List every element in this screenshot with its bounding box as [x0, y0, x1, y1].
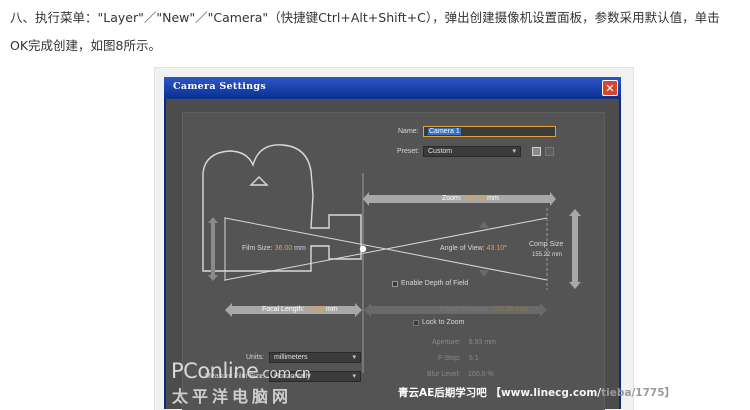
film-size-readout: Film Size: 36.00 mm: [242, 245, 306, 252]
aperture-label: Aperture:: [432, 339, 461, 346]
preset-value: Custom: [428, 148, 453, 155]
angle-of-view-readout: Angle of View: 43.10°: [440, 245, 507, 252]
focal-length-value[interactable]: 45.58: [306, 306, 324, 313]
angle-value[interactable]: 43.10: [487, 245, 505, 252]
angle-arrow-top: [479, 221, 489, 228]
pconline-watermark: PConline.com.cn: [171, 359, 311, 383]
name-input-value: Camera 1: [428, 128, 461, 135]
blur-level-label: Blur Level:: [427, 371, 461, 378]
angle-unit: °: [504, 245, 507, 252]
film-size-label: Film Size:: [242, 245, 273, 252]
depth-of-field-label: Enable Depth of Field: [401, 280, 469, 287]
focal-length-readout: Focal Length: 45.58 mm: [262, 306, 338, 313]
focal-length-label: Focal Length:: [262, 306, 305, 313]
close-icon: ✕: [605, 82, 615, 95]
focus-distance-readout: Focus Distance: 223.35 mm: [440, 306, 527, 313]
blur-level-value: 100.0 %: [468, 371, 494, 378]
enable-depth-of-field-checkbox[interactable]: [392, 281, 398, 287]
window-title: Camera Settings: [173, 81, 266, 92]
pconline-cn-watermark: 太平洋电脑网: [172, 387, 293, 406]
comp-size-value: 155.22 mm: [532, 252, 563, 258]
zoom-value[interactable]: 196.54: [464, 195, 485, 202]
aperture-readout: Aperture: 8.93 mm: [432, 339, 496, 346]
name-label: Name:: [398, 128, 419, 135]
forum-url: 【www.linecg.com/: [490, 387, 602, 399]
preset-label: Preset:: [397, 148, 420, 155]
aperture-value: 8.93 mm: [468, 339, 496, 346]
instruction-line-1: 八、执行菜单："Layer"／"New"／"Camera"（快捷键Ctrl+Al…: [10, 10, 720, 25]
angle-arrow-bottom: [479, 270, 489, 277]
close-button[interactable]: ✕: [602, 80, 618, 96]
name-input[interactable]: Camera 1: [423, 126, 556, 137]
zoom-readout: Zoom: 196.54 mm: [442, 195, 499, 202]
title-bar[interactable]: Camera Settings ✕: [164, 77, 621, 99]
pconline-suffix: .com.cn: [258, 366, 311, 382]
camera-body-outline: [202, 144, 362, 272]
viewfinder-triangle: [249, 176, 269, 186]
forum-url-tail: tieba/1775】: [601, 387, 676, 399]
angle-label: Angle of View:: [440, 245, 485, 252]
lock-to-zoom-label: Lock to Zoom: [422, 319, 465, 326]
film-size-unit: mm: [294, 245, 306, 252]
fstop-readout: F-Stop: 5.1: [438, 355, 479, 362]
preset-dropdown[interactable]: Custom: [423, 146, 521, 157]
fstop-value: 5.1: [468, 355, 479, 362]
fstop-label: F-Stop:: [438, 355, 461, 362]
lock-to-zoom-checkbox[interactable]: [413, 320, 419, 326]
film-size-value[interactable]: 36.00: [275, 245, 293, 252]
forum-name: 青云AE后期学习吧: [398, 387, 487, 399]
focal-length-unit: mm: [325, 306, 338, 313]
delete-preset-icon[interactable]: [545, 147, 554, 156]
pconline-brand: PConline: [171, 359, 259, 383]
instruction-paragraph: 八、执行菜单："Layer"／"New"／"Camera"（快捷键Ctrl+Al…: [10, 4, 745, 60]
forum-watermark: 青云AE后期学习吧 【www.linecg.com/tieba/1775】: [398, 385, 675, 400]
zoom-label: Zoom:: [442, 195, 462, 202]
comp-size-arrow: [569, 209, 581, 289]
blur-level-readout: Blur Level: 100.0 %: [427, 371, 494, 378]
instruction-line-2: OK完成创建，如图8所示。: [10, 38, 161, 53]
comp-size-label: Comp Size: [529, 241, 564, 248]
save-preset-icon[interactable]: [532, 147, 541, 156]
zoom-unit: mm: [487, 195, 499, 202]
focus-distance-value: 223.35 mm: [492, 306, 528, 313]
focus-distance-label: Focus Distance:: [440, 306, 491, 313]
lens-point: [359, 245, 367, 253]
